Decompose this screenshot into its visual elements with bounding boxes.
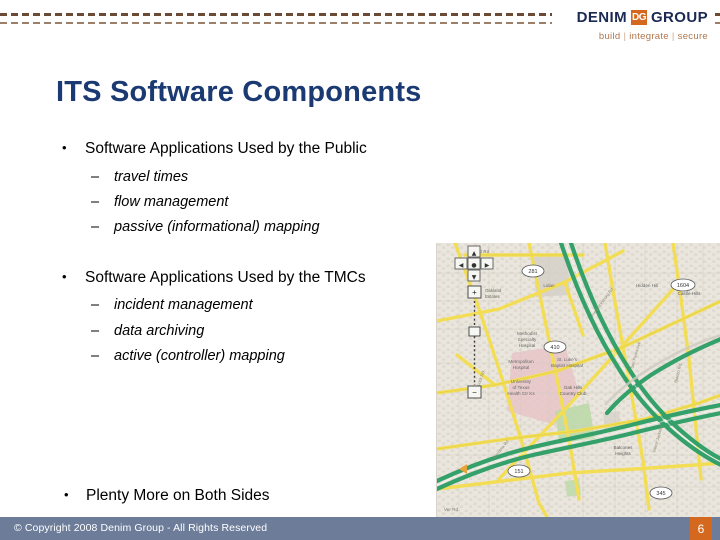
bullet-marker-icon: • bbox=[62, 268, 67, 284]
dash-marker-icon: – bbox=[91, 322, 100, 339]
svg-text:Castle Hills: Castle Hills bbox=[678, 291, 702, 296]
bullet-marker-icon: • bbox=[64, 487, 69, 502]
sub-bullet-1-1: – travel times bbox=[0, 169, 430, 186]
svg-text:Methodist: Methodist bbox=[517, 331, 538, 336]
sub-bullet-text: travel times bbox=[114, 168, 189, 185]
sub-bullet-text: active (controller) mapping bbox=[114, 348, 285, 365]
closing-bullet-row: • Plenty More on Both Sides bbox=[0, 487, 430, 506]
svg-text:Health Ctr Ks: Health Ctr Ks bbox=[507, 391, 535, 396]
sub-bullet-1-3: – passive (informational) mapping bbox=[0, 219, 430, 236]
logo-word-group: GROUP bbox=[650, 9, 708, 26]
tagline-build: build bbox=[598, 31, 621, 42]
logo-monogram-icon: DG bbox=[630, 10, 647, 25]
svg-text:Oakland: Oakland bbox=[485, 288, 502, 293]
tagline-integrate: integrate bbox=[629, 31, 669, 42]
closing-bullet: • Plenty More on Both Sides bbox=[0, 487, 430, 506]
svg-text:151: 151 bbox=[514, 469, 523, 475]
logo-tagline: build | integrate | secure bbox=[560, 31, 708, 42]
sub-bullet-2-3: – active (controller) mapping bbox=[0, 348, 430, 365]
svg-text:410: 410 bbox=[550, 345, 559, 351]
svg-text:Country Club: Country Club bbox=[560, 391, 587, 396]
sub-bullet-text: data archiving bbox=[114, 322, 205, 339]
svg-text:+: + bbox=[472, 288, 477, 297]
bullet-text: Software Applications Used by the TMCs bbox=[85, 268, 366, 286]
tagline-secure: secure bbox=[677, 31, 708, 42]
svg-text:St. Luke's: St. Luke's bbox=[557, 357, 578, 362]
copyright-text: © Copyright 2008 Denim Group - All Right… bbox=[14, 522, 268, 534]
svg-text:Hidden Hill: Hidden Hill bbox=[636, 283, 658, 288]
page-number-badge: 6 bbox=[690, 517, 712, 540]
svg-text:281: 281 bbox=[528, 269, 537, 275]
svg-text:345: 345 bbox=[656, 491, 665, 497]
denim-group-logo: DENIM DG GROUP build | integrate | secure bbox=[552, 8, 712, 45]
bullet-marker-icon: • bbox=[62, 140, 67, 155]
svg-text:−: − bbox=[472, 388, 477, 397]
svg-text:Specialty: Specialty bbox=[518, 337, 537, 342]
svg-text:◀: ◀ bbox=[459, 262, 464, 269]
svg-text:Oak Hills: Oak Hills bbox=[564, 385, 583, 390]
traffic-map-image: 281 1604 410 151 345 Fred Rd Lidan Hidde… bbox=[436, 243, 720, 517]
svg-text:▼: ▼ bbox=[472, 274, 477, 281]
dash-marker-icon: – bbox=[91, 193, 100, 210]
sub-bullet-text: incident management bbox=[114, 297, 253, 314]
slide-title: ITS Software Components bbox=[56, 76, 422, 108]
logo-wordmark: DENIM DG GROUP bbox=[560, 10, 708, 25]
bullet-group-1-heading: • Software Applications Used by the Publ… bbox=[0, 140, 430, 159]
dash-marker-icon: – bbox=[91, 297, 100, 314]
bullet-text: Software Applications Used by the Public bbox=[85, 140, 367, 157]
footer-bar: © Copyright 2008 Denim Group - All Right… bbox=[0, 517, 720, 540]
svg-text:Metropolitan: Metropolitan bbox=[508, 359, 534, 364]
tagline-separator-1: | bbox=[623, 31, 627, 42]
svg-text:Baptist Hospital: Baptist Hospital bbox=[551, 363, 583, 368]
sub-bullet-2-2: – data archiving bbox=[0, 323, 430, 340]
svg-text:Hospital: Hospital bbox=[513, 365, 530, 370]
svg-text:Balcones: Balcones bbox=[614, 445, 634, 450]
dash-marker-icon: – bbox=[91, 168, 100, 185]
sub-bullet-text: passive (informational) mapping bbox=[114, 219, 320, 236]
svg-text:▲: ▲ bbox=[472, 250, 477, 257]
svg-text:Estates: Estates bbox=[485, 294, 500, 299]
svg-text:Hospital: Hospital bbox=[519, 343, 536, 348]
svg-text:1604: 1604 bbox=[677, 283, 689, 289]
bullet-text: Plenty More on Both Sides bbox=[86, 487, 270, 504]
svg-text:Heights: Heights bbox=[615, 451, 631, 456]
sub-bullet-1-2: – flow management bbox=[0, 194, 430, 211]
svg-text:Lidan: Lidan bbox=[543, 283, 555, 288]
slide: DENIM DG GROUP build | integrate | secure IT… bbox=[0, 0, 720, 540]
svg-text:●: ● bbox=[471, 262, 476, 269]
svg-text:University: University bbox=[511, 379, 532, 384]
sub-bullet-text: flow management bbox=[114, 193, 229, 210]
svg-text:of Texas: of Texas bbox=[512, 385, 530, 390]
dash-marker-icon: – bbox=[91, 219, 100, 236]
bullet-group-2-heading: • Software Applications Used by the TMCs bbox=[0, 269, 430, 288]
logo-word-denim: DENIM bbox=[576, 9, 627, 26]
sub-bullet-2-1: – incident management bbox=[0, 297, 430, 314]
dash-marker-icon: – bbox=[91, 348, 100, 365]
slide-body: • Software Applications Used by the Publ… bbox=[0, 140, 430, 374]
tagline-separator-2: | bbox=[671, 31, 675, 42]
svg-text:▶: ▶ bbox=[485, 262, 490, 269]
svg-text:Ver Rd: Ver Rd bbox=[444, 507, 458, 512]
